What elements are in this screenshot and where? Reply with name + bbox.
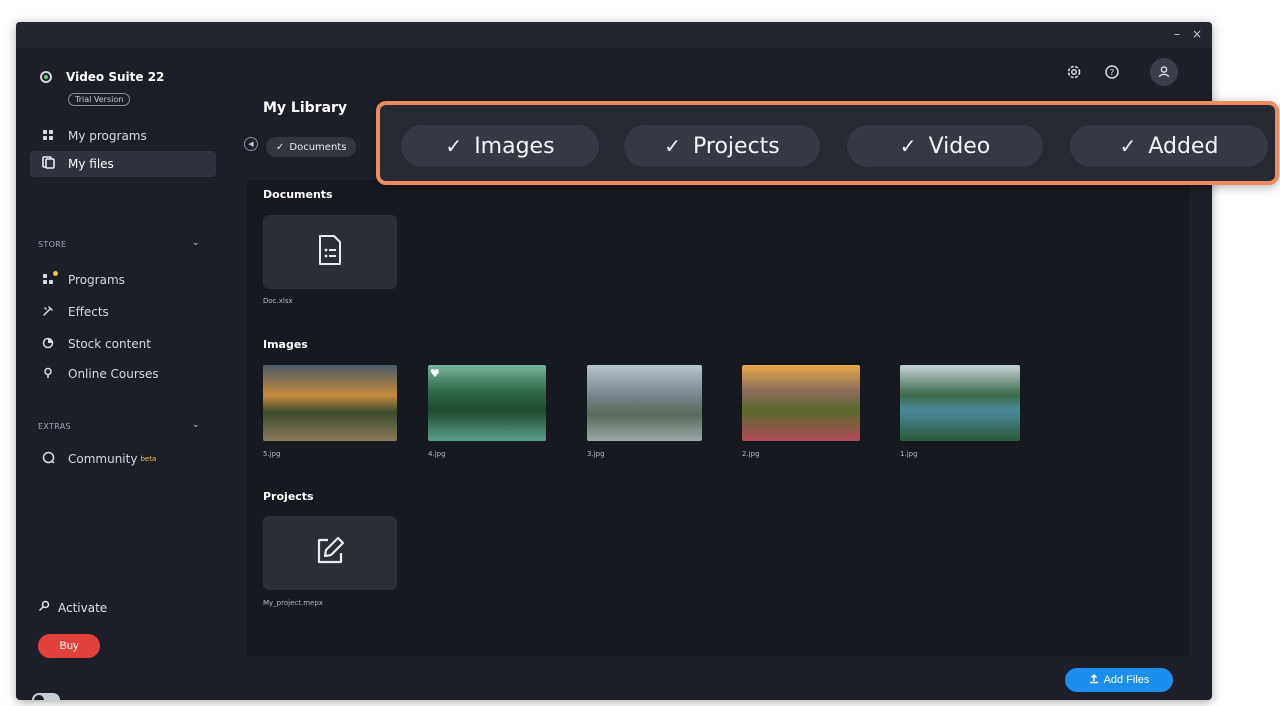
filter-label: Video xyxy=(928,133,991,159)
settings-gear-icon[interactable] xyxy=(1064,62,1084,82)
sidebar-item-stock-content[interactable]: Stock content xyxy=(30,331,216,357)
activate-label: Activate xyxy=(58,600,108,615)
image-thumbnail[interactable] xyxy=(263,365,397,441)
buy-button[interactable]: Buy xyxy=(38,634,100,658)
filter-label: Images xyxy=(474,133,555,159)
image-thumbnail[interactable] xyxy=(587,365,702,441)
file-name: Doc.xlsx xyxy=(263,297,293,305)
filter-added[interactable]: ✓ Added xyxy=(1070,125,1268,167)
sidebar-item-community[interactable]: Community beta xyxy=(30,446,216,472)
footer-bar xyxy=(247,656,1189,700)
sidebar-item-label: Online Courses xyxy=(68,367,159,381)
image-thumbnail[interactable] xyxy=(900,365,1020,441)
app-logo-icon xyxy=(40,71,52,83)
extras-chevron-down-icon[interactable]: ⌄ xyxy=(192,420,200,430)
app-name: Video Suite 22 xyxy=(66,70,165,84)
sidebar: Video Suite 22 Trial Version My programs… xyxy=(16,48,230,700)
minimize-button[interactable]: – xyxy=(1174,27,1180,41)
effects-icon xyxy=(40,305,56,320)
new-dot-badge xyxy=(53,270,58,276)
section-store-label: STORE xyxy=(38,240,67,249)
grid-icon xyxy=(40,129,56,144)
filter-label: Added xyxy=(1148,133,1219,159)
beta-badge: beta xyxy=(140,455,157,463)
add-files-button[interactable]: Add Files xyxy=(1065,668,1173,692)
check-icon: ✓ xyxy=(276,141,285,153)
sidebar-item-label: My files xyxy=(68,157,114,171)
sidebar-item-programs[interactable]: Programs xyxy=(30,267,216,293)
courses-icon xyxy=(40,367,56,382)
activate-link[interactable]: Activate xyxy=(38,600,107,615)
file-card-project[interactable] xyxy=(263,516,397,590)
check-icon: ✓ xyxy=(1119,134,1137,158)
file-name: 2.jpg xyxy=(742,450,760,458)
sidebar-item-label: My programs xyxy=(68,129,147,143)
sidebar-item-label: Effects xyxy=(68,305,109,319)
filter-label: Documents xyxy=(289,141,347,153)
brand: Video Suite 22 xyxy=(40,70,164,84)
filter-video[interactable]: ✓ Video xyxy=(847,125,1043,167)
section-extras-label: EXTRAS xyxy=(38,422,71,431)
library-content: Documents Doc.xlsx Images 5.jpg ♥ 4.jpg … xyxy=(247,180,1189,656)
file-name: 4.jpg xyxy=(428,450,446,458)
key-icon xyxy=(38,600,50,615)
files-icon xyxy=(40,156,56,172)
close-button[interactable]: × xyxy=(1192,27,1202,41)
file-name: 1.jpg xyxy=(900,450,918,458)
sidebar-item-my-files[interactable]: My files xyxy=(30,151,216,177)
filter-label: Projects xyxy=(693,133,780,159)
favorite-heart-icon[interactable]: ♥ xyxy=(430,367,440,380)
community-icon xyxy=(40,451,56,467)
scroll-left-chevron-icon[interactable]: ◀ xyxy=(244,137,258,151)
upload-icon xyxy=(1089,673,1099,687)
user-avatar-icon[interactable] xyxy=(1150,58,1178,86)
theme-toggle[interactable] xyxy=(32,693,60,700)
add-files-label: Add Files xyxy=(1103,674,1150,686)
image-thumbnail[interactable] xyxy=(742,365,860,441)
sidebar-item-label: Programs xyxy=(68,273,125,287)
sidebar-item-online-courses[interactable]: Online Courses xyxy=(30,361,216,387)
filters-callout: ✓ Images ✓ Projects ✓ Video ✓ Added xyxy=(376,101,1279,185)
filter-documents[interactable]: ✓ Documents xyxy=(266,137,357,157)
programs-icon xyxy=(40,270,58,288)
group-title-projects: Projects xyxy=(263,490,314,503)
sidebar-item-label: Community xyxy=(68,452,138,466)
check-icon: ✓ xyxy=(899,134,917,158)
group-title-images: Images xyxy=(263,338,308,351)
image-thumbnail[interactable]: ♥ xyxy=(428,365,546,441)
file-name: My_project.mepx xyxy=(263,599,323,607)
edit-project-icon xyxy=(313,534,347,572)
title-bar: – × xyxy=(16,22,1212,48)
sidebar-item-my-programs[interactable]: My programs xyxy=(30,123,216,149)
filter-images[interactable]: ✓ Images xyxy=(401,125,599,167)
check-icon: ✓ xyxy=(445,134,463,158)
page-title: My Library xyxy=(263,100,348,116)
sidebar-item-effects[interactable]: Effects xyxy=(30,299,216,325)
group-title-documents: Documents xyxy=(263,188,333,201)
toggle-knob xyxy=(34,695,44,700)
file-name: 3.jpg xyxy=(587,450,605,458)
svg-text:?: ? xyxy=(1110,69,1115,79)
filter-projects[interactable]: ✓ Projects xyxy=(624,125,820,167)
spreadsheet-file-icon xyxy=(317,234,343,270)
trial-badge: Trial Version xyxy=(68,93,131,106)
file-name: 5.jpg xyxy=(263,450,281,458)
sidebar-item-label: Stock content xyxy=(68,337,151,351)
check-icon: ✓ xyxy=(664,134,682,158)
store-chevron-down-icon[interactable]: ⌄ xyxy=(192,238,200,248)
help-icon[interactable]: ? xyxy=(1102,62,1122,82)
stock-icon xyxy=(40,337,56,352)
file-card-document[interactable] xyxy=(263,215,397,289)
